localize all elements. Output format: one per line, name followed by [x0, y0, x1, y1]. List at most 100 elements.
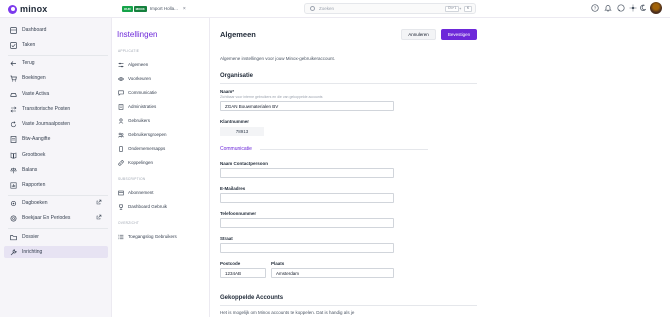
email-field[interactable]: [220, 193, 394, 203]
phone-field[interactable]: [220, 218, 394, 228]
client-number-label: Klantnummer: [220, 119, 250, 124]
cancel-button[interactable]: Annuleren: [401, 29, 436, 40]
app-logo[interactable]: minox: [8, 4, 48, 14]
settings-item-communicatie[interactable]: Communicatie: [118, 88, 206, 97]
link-icon: [118, 159, 124, 166]
settings-item-ondernemersapps[interactable]: Ondernemersapps: [118, 144, 206, 153]
section-label-overzicht: OVERZICHT: [118, 221, 140, 225]
sidebar-item-label: Boekingen: [22, 75, 46, 81]
sidebar-item-terug[interactable]: Terug: [4, 57, 108, 69]
sidebar-item-transitorische-posten[interactable]: Transitorische Posten: [4, 103, 108, 115]
search-placeholder: Zoeken: [319, 6, 335, 11]
settings-item-algemeen[interactable]: Algemeen: [118, 60, 206, 69]
settings-item-administraties[interactable]: Administraties: [118, 102, 206, 111]
settings-item-abonnement[interactable]: Abonnement: [118, 188, 206, 197]
sidebar-item-inrichting[interactable]: Inrichting: [4, 246, 108, 258]
section-divider: [260, 149, 428, 150]
book-icon: [9, 151, 17, 159]
tab-badge-mock: MOCK: [133, 5, 147, 12]
city-label: Plaats: [271, 261, 285, 266]
folder-icon: [9, 233, 17, 241]
section-title-gekoppelde-accounts: Gekoppelde Accounts: [220, 295, 284, 301]
name-label: Naam*: [220, 89, 235, 94]
sidebar-item-label: Terug: [22, 60, 35, 66]
postcode-label: Postcode: [220, 261, 241, 266]
section-label-subscription: SUBSCRIPTION: [118, 177, 146, 181]
contact-person-field[interactable]: [220, 168, 394, 178]
svg-text:?: ?: [594, 6, 597, 11]
sidebar-item-label: Boekjaar En Periodes: [22, 215, 71, 221]
shortcut-plus: +: [459, 6, 462, 11]
sidebar-item-rapporten[interactable]: Rapporten: [4, 179, 108, 191]
sidebar-item-label: Vaste Journaalposten: [22, 121, 70, 127]
settings-item-toegangslog-gebruikers[interactable]: Toegangslog Gebruikers: [118, 232, 206, 241]
shortcut-k: K: [464, 6, 473, 12]
external-link-icon: [96, 199, 102, 207]
phone-label: Telefoonnummer: [220, 211, 257, 216]
settings-nav: Instellingen APPLICATIE Algemeen Voorkeu…: [112, 18, 210, 317]
settings-item-label: Koppelingen: [128, 160, 154, 165]
sidebar-item-label: Dagboeken: [22, 200, 48, 206]
sidebar-item-vaste-activa[interactable]: Vaste Activa: [4, 88, 108, 100]
postcode-field[interactable]: 1234AB: [220, 268, 266, 278]
settings-item-dashboard-gebruik[interactable]: Dashboard Gebruik: [118, 202, 206, 211]
settings-item-label: Dashboard Gebruik: [128, 204, 168, 209]
street-label: Straat: [220, 236, 233, 241]
arrow-left-icon: [9, 59, 17, 67]
sidebar-item-boekjaar-en-periodes[interactable]: Boekjaar En Periodes: [4, 212, 108, 224]
settings-item-koppelingen[interactable]: Koppelingen: [118, 158, 206, 167]
cart-icon: [9, 74, 17, 82]
sidebar-item-vaste-journaalposten[interactable]: Vaste Journaalposten: [4, 118, 108, 130]
name-field[interactable]: ZGAN Bouwmaterialen BV: [220, 101, 394, 111]
sidebar-item-boekingen[interactable]: Boekingen: [4, 72, 108, 84]
settings-item-label: Toegangslog Gebruikers: [128, 234, 177, 239]
dashboard-icon: [9, 26, 17, 34]
user-icon: [118, 117, 124, 124]
section-title-organisatie: Organisatie: [220, 73, 254, 79]
settings-item-label: Administraties: [128, 104, 157, 109]
main-content: Algemeen Annuleren Bevestigen Algemene i…: [210, 18, 670, 317]
moon-icon[interactable]: [639, 4, 647, 12]
sidebar-item-dossier[interactable]: Dossier: [4, 231, 108, 243]
user-avatar[interactable]: [650, 2, 662, 14]
settings-item-voorkeuren[interactable]: Voorkeuren: [118, 74, 206, 83]
shortcut-ctrl: Ctrl: [445, 6, 460, 12]
check-square-icon: [9, 41, 17, 49]
close-icon[interactable]: ×: [183, 6, 186, 12]
sidebar-divider: [8, 195, 108, 196]
search-icon: [310, 6, 315, 11]
intro-text: Algemene instellingen voor jouw Minox-ge…: [220, 56, 336, 61]
open-tab[interactable]: OUD MOCK Import Holla... ×: [122, 4, 186, 13]
search-input[interactable]: Zoeken Ctrl + K: [304, 3, 476, 14]
sun-icon[interactable]: [629, 4, 637, 12]
confirm-button[interactable]: Bevestigen: [441, 29, 477, 40]
app-name: minox: [20, 4, 48, 14]
help-icon[interactable]: ?: [591, 4, 599, 12]
sidebar-item-dashboard[interactable]: Dashboard: [4, 24, 108, 36]
sidebar-item-grootboek[interactable]: Grootboek: [4, 149, 108, 161]
top-bar: minox OUD MOCK Import Holla... × Zoeken …: [0, 0, 670, 18]
receipt-icon: [118, 190, 124, 196]
city-field[interactable]: Amsterdam: [271, 268, 394, 278]
linked-accounts-text: Het is mogelijk om Minox accounts te kop…: [220, 310, 355, 315]
sidebar-item-btw-aangifte[interactable]: Btw-Aangifte: [4, 133, 108, 145]
page-title: Algemeen: [220, 30, 256, 39]
sidebar-item-balans[interactable]: Balans: [4, 164, 108, 176]
sidebar-item-taken[interactable]: Taken: [4, 39, 108, 51]
sidebar-item-label: Dashboard: [22, 27, 47, 33]
section-label-applicatie: APPLICATIE: [118, 49, 140, 53]
chat-icon[interactable]: [617, 4, 625, 12]
settings-item-gebruikers[interactable]: Gebruikers: [118, 116, 206, 125]
sidebar-item-dagboeken[interactable]: Dagboeken: [4, 197, 108, 209]
list-icon: [118, 234, 124, 240]
settings-item-gebruikersgroepen[interactable]: Gebruikersgroepen: [118, 130, 206, 139]
external-link-icon: [96, 214, 102, 222]
bell-icon[interactable]: [604, 4, 612, 12]
settings-item-label: Algemeen: [128, 62, 149, 67]
email-label: E-Mailadres: [220, 186, 246, 191]
street-field[interactable]: [220, 243, 394, 253]
building-icon: [118, 103, 124, 110]
settings-item-label: Gebruikersgroepen: [128, 132, 167, 137]
sidebar-item-label: Transitorische Posten: [22, 106, 71, 112]
report-icon: [9, 181, 17, 189]
